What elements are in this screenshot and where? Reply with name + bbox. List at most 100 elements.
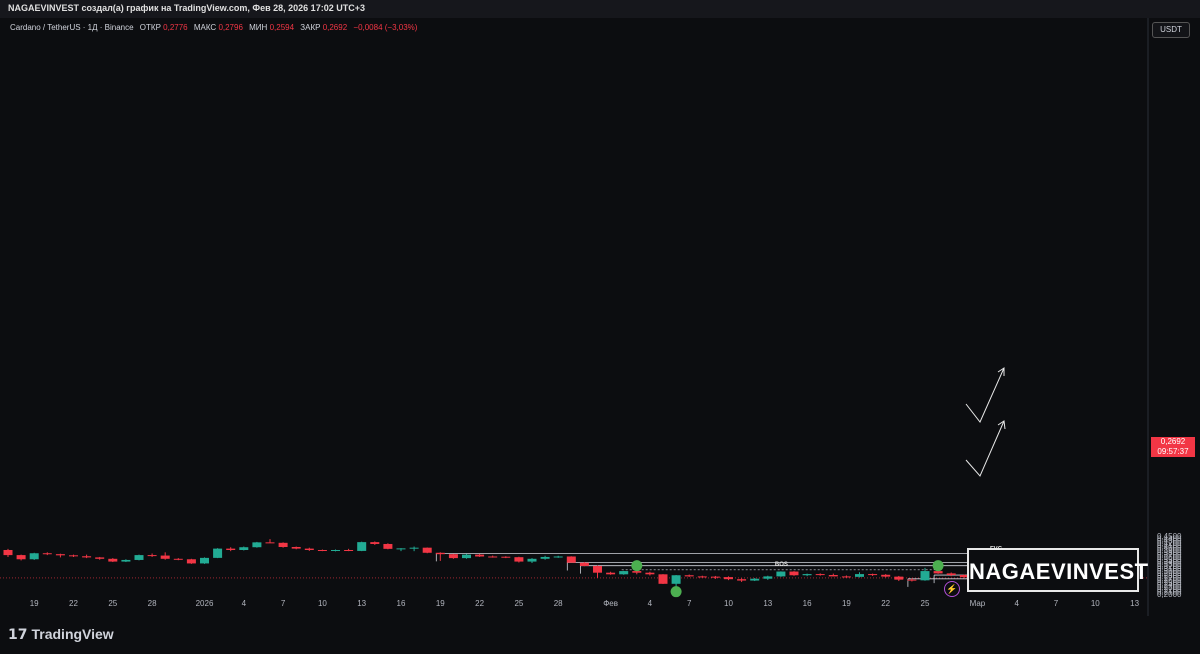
time-tick-label: 13 xyxy=(357,599,366,608)
open-value: 0,2776 xyxy=(163,23,188,32)
candle-body xyxy=(108,558,118,562)
candle-body xyxy=(540,556,550,559)
candle-body xyxy=(475,554,485,557)
candle-body xyxy=(69,555,78,557)
time-tick-label: Фев xyxy=(603,599,618,608)
candle-body xyxy=(239,547,249,550)
time-tick-label: 4 xyxy=(1014,599,1019,608)
candle-body xyxy=(868,574,878,576)
candle-body xyxy=(881,574,891,577)
currency-selector[interactable]: USDT xyxy=(1152,22,1190,38)
candle-body xyxy=(265,542,275,544)
close-value: 0,2692 xyxy=(323,23,348,32)
time-tick-label: Мар xyxy=(970,599,986,608)
time-tick-label: 2026 xyxy=(196,599,214,608)
candle-body xyxy=(383,543,393,549)
time-tick-label: 19 xyxy=(842,599,851,608)
time-tick-label: 22 xyxy=(69,599,78,608)
time-tick-label: 25 xyxy=(514,599,523,608)
low-label: МИН xyxy=(249,23,267,32)
symbol-label: Cardano / TetherUS · 1Д · Binance xyxy=(10,23,134,32)
candle-body xyxy=(278,542,288,547)
time-tick-label: 10 xyxy=(1091,599,1100,608)
open-label: ОТКР xyxy=(140,23,161,32)
candle-body xyxy=(200,557,209,564)
change-value: −0,0084 (−3,03%) xyxy=(353,23,417,32)
candle-body xyxy=(684,575,694,577)
candle-body xyxy=(566,556,576,563)
time-tick-label: 16 xyxy=(803,599,812,608)
candle-body xyxy=(855,574,864,577)
attribution-bar: NAGAEVINVEST создал(а) график на Trading… xyxy=(0,0,1200,18)
candle-body xyxy=(737,579,747,581)
candle-body xyxy=(357,542,367,551)
candle-body xyxy=(724,577,733,580)
candle-body xyxy=(16,555,26,560)
chart-background xyxy=(0,18,1200,616)
candle-body xyxy=(501,556,511,558)
time-tick-label: 13 xyxy=(763,599,772,608)
lightning-icon[interactable]: ⚡ xyxy=(944,581,960,597)
price-axis[interactable]: 0,20000,21000,22000,23000,24000,25000,26… xyxy=(1157,532,1182,599)
time-tick-label: 22 xyxy=(881,599,890,608)
candle-body xyxy=(920,571,930,581)
candle-body xyxy=(213,548,223,558)
candle-body xyxy=(317,550,327,551)
time-tick-label: 7 xyxy=(1054,599,1059,608)
time-tick-label: 16 xyxy=(397,599,406,608)
candle-body xyxy=(55,554,65,556)
candle-body xyxy=(527,558,537,562)
candle-body xyxy=(750,578,760,581)
pivot-marker xyxy=(932,560,944,572)
time-tick-label: 25 xyxy=(921,599,930,608)
candle-body xyxy=(344,550,354,551)
last-price-tag: 0,2692 09:57:37 xyxy=(1151,437,1195,457)
candle-body xyxy=(671,575,681,584)
time-tick-label: 19 xyxy=(30,599,39,608)
chart-legend: Cardano / TetherUS · 1Д · Binance ОТКР 0… xyxy=(10,23,418,32)
candle-body xyxy=(553,556,563,558)
candle-body xyxy=(632,571,642,573)
candle-body xyxy=(291,546,301,549)
candle-body xyxy=(802,574,812,576)
candle-body xyxy=(29,553,39,560)
candle-body xyxy=(226,548,236,550)
candle-body xyxy=(645,572,655,575)
time-tick-label: 28 xyxy=(148,599,157,608)
price-chart[interactable]: FVGFVGFVGFVGOBBOS 0,20000,21000,22000,23… xyxy=(0,18,1200,616)
time-tick-label: 10 xyxy=(724,599,733,608)
candle-body xyxy=(252,542,262,548)
time-tick-label: 7 xyxy=(687,599,692,608)
tradingview-brand: TradingView xyxy=(31,626,114,642)
candle-body xyxy=(42,553,52,555)
tradingview-logo[interactable]: 17 TradingView xyxy=(8,626,114,643)
time-tick-label: 4 xyxy=(242,599,247,608)
attribution-text: NAGAEVINVEST создал(а) график на Trading… xyxy=(8,3,365,13)
high-value: 0,2796 xyxy=(218,23,243,32)
candle-body xyxy=(763,576,773,579)
candle-body xyxy=(462,554,471,559)
candle-body xyxy=(331,550,340,551)
candle-body xyxy=(422,547,432,553)
close-label: ЗАКР xyxy=(300,23,320,32)
candle-body xyxy=(710,576,720,578)
candle-body xyxy=(514,557,524,562)
candle-body xyxy=(448,554,458,559)
candle-body xyxy=(160,555,170,559)
tradingview-mark-icon: 17 xyxy=(8,627,28,643)
pivot-marker xyxy=(631,560,643,572)
candle-body xyxy=(776,571,786,577)
candle-body xyxy=(933,571,943,574)
time-tick-label: 25 xyxy=(108,599,117,608)
candle-body xyxy=(619,571,629,575)
candle-body xyxy=(409,547,419,549)
candle-body xyxy=(82,556,92,558)
candle-body xyxy=(946,573,956,576)
candle-body xyxy=(841,576,851,578)
candle-body xyxy=(828,575,838,577)
candle-body xyxy=(134,555,144,560)
candle-body xyxy=(894,576,904,580)
candle-body xyxy=(173,558,183,560)
candle-countdown: 09:57:37 xyxy=(1157,447,1189,456)
candle-body xyxy=(3,550,13,556)
